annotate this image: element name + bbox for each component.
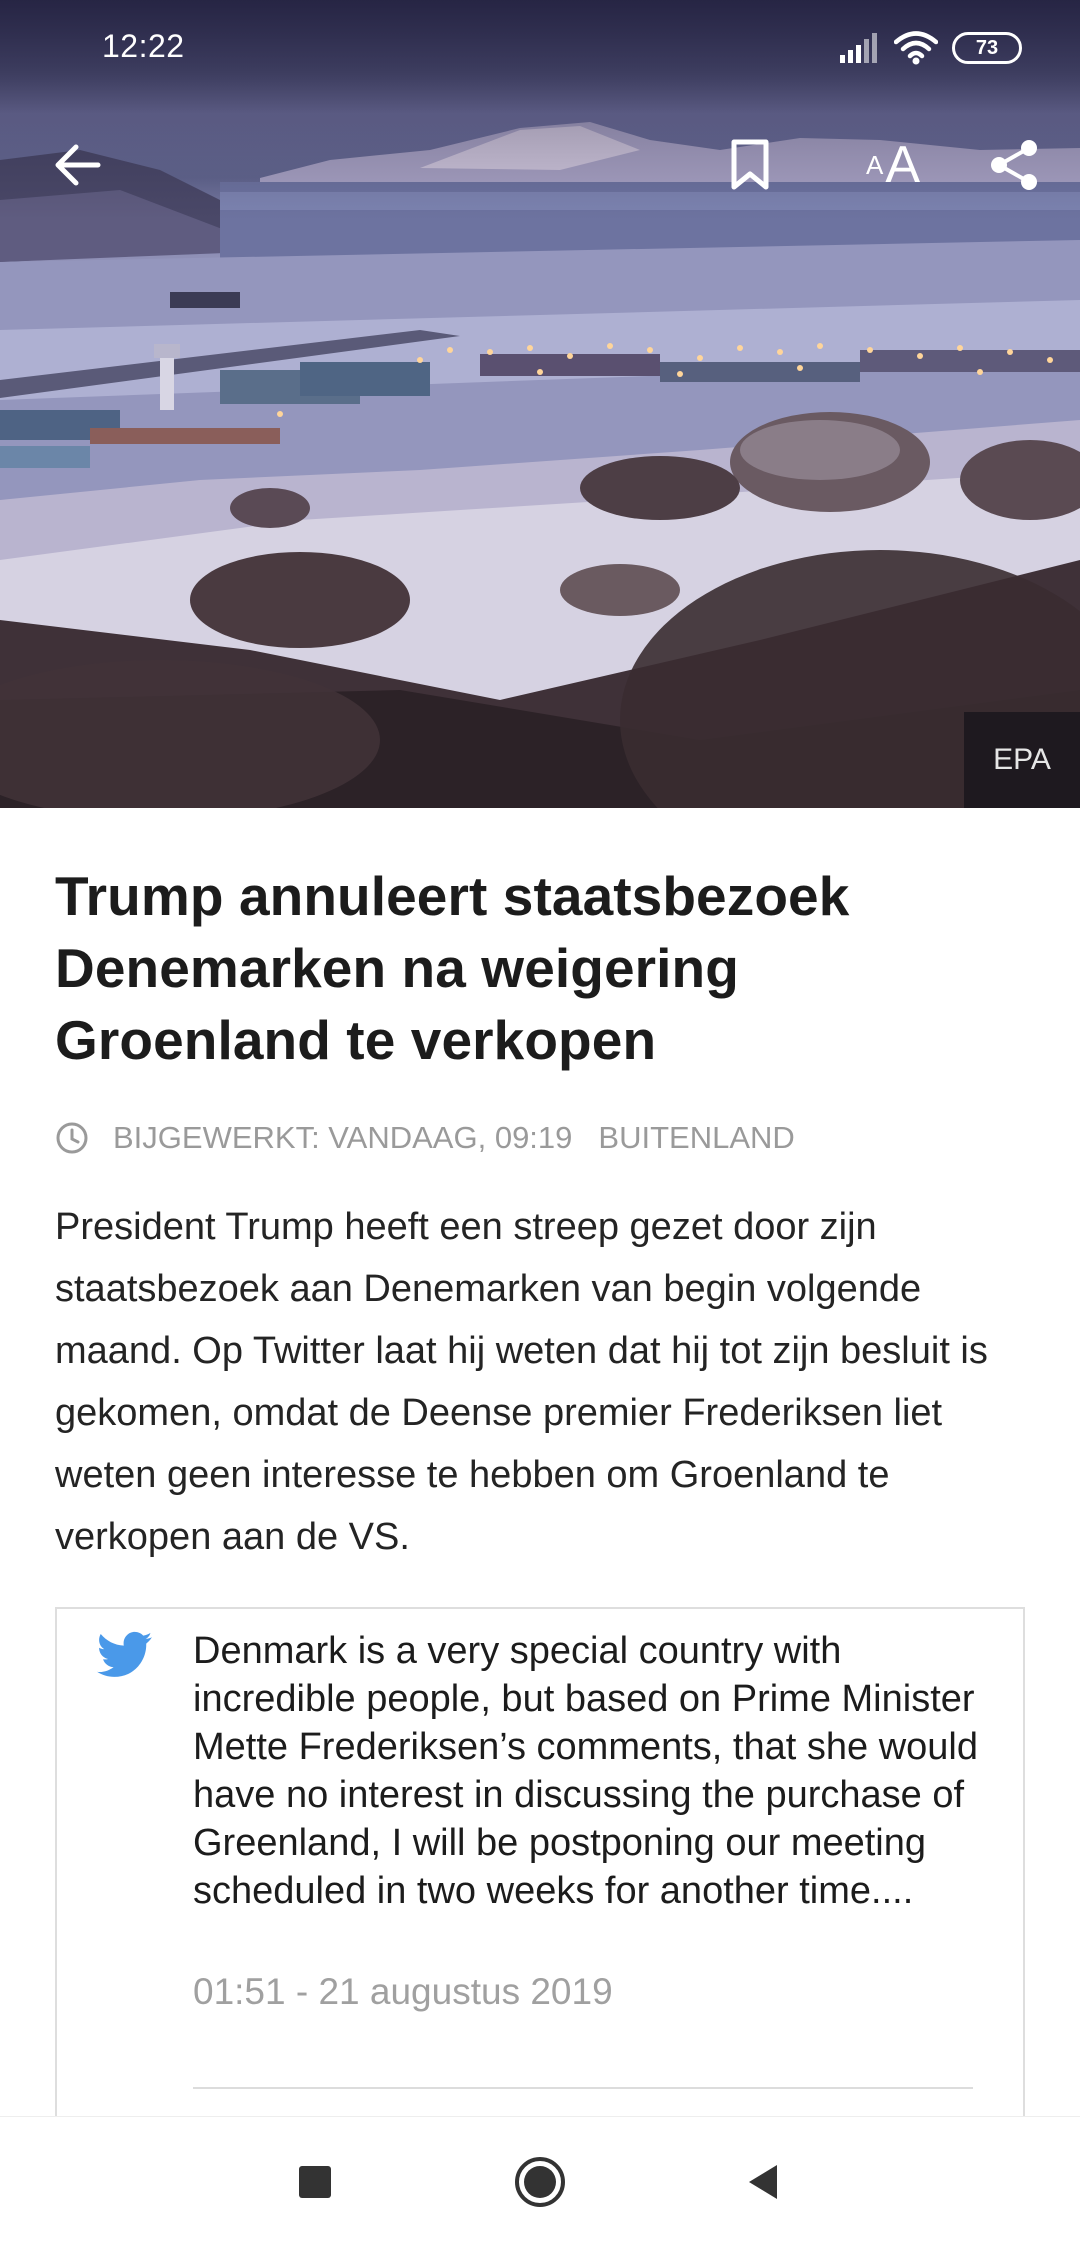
status-bar: 12:22 73 bbox=[0, 0, 1080, 96]
system-navigation-bar bbox=[0, 2116, 1080, 2246]
embedded-tweet[interactable]: Denmark is a very special country with i… bbox=[55, 1607, 1025, 2127]
article-lead: President Trump heeft een streep gezet d… bbox=[55, 1206, 988, 1558]
recent-apps-button[interactable] bbox=[282, 2149, 348, 2215]
home-icon bbox=[515, 2157, 565, 2207]
tweet-divider bbox=[193, 2087, 973, 2089]
back-button[interactable] bbox=[38, 125, 118, 205]
text-size-small-label: A bbox=[865, 149, 884, 180]
tweet-text: Denmark is a very special country with i… bbox=[193, 1630, 978, 1912]
battery-icon: 73 bbox=[952, 32, 1022, 64]
status-time: 12:22 bbox=[102, 28, 185, 64]
status-icons: 73 bbox=[840, 28, 1022, 68]
clock-icon bbox=[55, 1121, 89, 1155]
arrow-left-icon bbox=[55, 144, 101, 186]
bookmark-button[interactable] bbox=[710, 125, 790, 205]
article-body: Trump annuleert staatsbezoek Denemarken … bbox=[55, 860, 1025, 1568]
hero-image: 12:22 73 A A EPA bbox=[0, 0, 1080, 808]
home-button[interactable] bbox=[507, 2149, 573, 2215]
photo-credit: EPA bbox=[964, 712, 1080, 808]
article-headline: Trump annuleert staatsbezoek Denemarken … bbox=[55, 865, 850, 1071]
article-meta: BIJGEWERKT: VANDAAG, 09:19 BUITENLAND bbox=[55, 1118, 1025, 1158]
battery-level-text: 73 bbox=[975, 36, 999, 59]
category-link[interactable]: BUITENLAND bbox=[598, 1120, 794, 1156]
updated-timestamp: BIJGEWERKT: VANDAAG, 09:19 bbox=[113, 1120, 573, 1155]
recent-apps-icon bbox=[299, 2166, 331, 2198]
back-icon bbox=[749, 2165, 777, 2199]
bookmark-icon bbox=[731, 139, 769, 190]
wifi-icon bbox=[894, 31, 938, 65]
text-size-button[interactable]: A A bbox=[843, 125, 943, 205]
signal-icon bbox=[840, 33, 877, 63]
twitter-bird-icon bbox=[97, 1631, 153, 1677]
article-toolbar: A A bbox=[0, 120, 1080, 210]
share-button[interactable] bbox=[974, 125, 1054, 205]
system-back-button[interactable] bbox=[730, 2149, 796, 2215]
tweet-date[interactable]: 01:51 - 21 augustus 2019 bbox=[193, 1971, 613, 2013]
share-icon bbox=[991, 140, 1037, 190]
text-size-large-label: A bbox=[885, 136, 921, 194]
